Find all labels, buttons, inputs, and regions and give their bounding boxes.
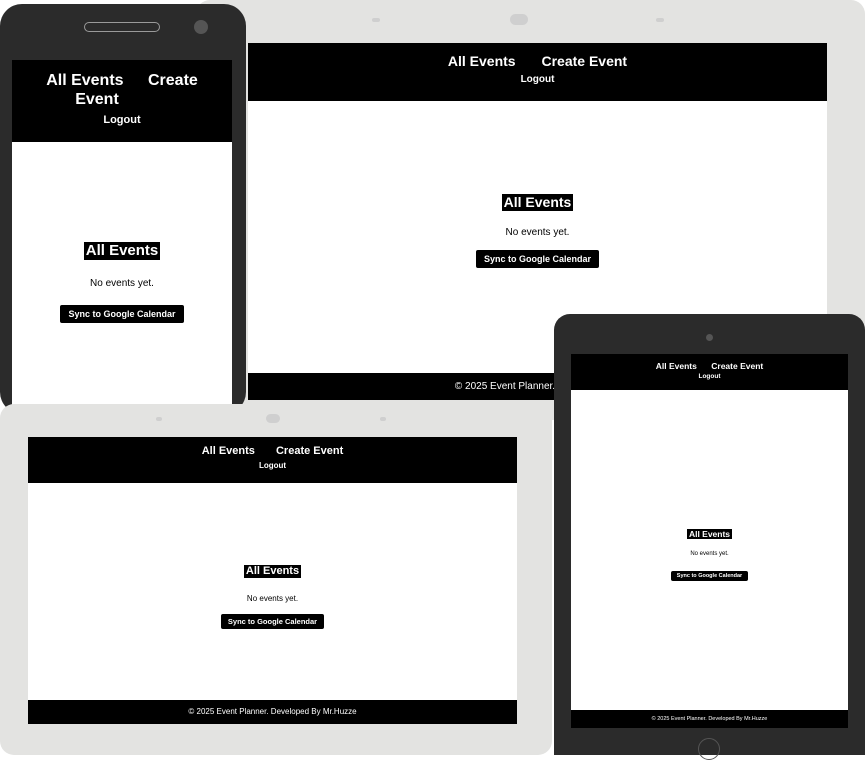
nav-logout-link[interactable]: Logout xyxy=(248,73,827,86)
nav-all-events-link[interactable]: All Events xyxy=(46,71,123,90)
phone-camera-icon xyxy=(194,20,208,34)
navbar: All Events Create Event Logout xyxy=(248,43,827,101)
laptop-sensor-icon xyxy=(656,18,664,22)
nav-logout-link[interactable]: Logout xyxy=(12,114,232,127)
sync-google-calendar-button[interactable]: Sync to Google Calendar xyxy=(60,305,184,323)
sync-google-calendar-button[interactable]: Sync to Google Calendar xyxy=(670,571,749,581)
tablet-home-button-icon xyxy=(698,738,720,760)
navbar: All Events Create Event Logout xyxy=(12,60,232,142)
phone-device: All Events Create Event Logout All Event… xyxy=(0,4,246,414)
navbar: All Events Create Event Logout xyxy=(28,437,517,483)
tablet-sensor-left-icon xyxy=(156,417,162,421)
tablet-portrait-screen: All Events Create Event Logout All Event… xyxy=(571,354,848,728)
phone-screen: All Events Create Event Logout All Event… xyxy=(12,60,232,410)
nav-create-event-link-wrap[interactable]: Event xyxy=(75,90,119,109)
tablet-sensor-right-icon xyxy=(380,417,386,421)
nav-all-events-link[interactable]: All Events xyxy=(448,53,516,70)
nav-logout-link[interactable]: Logout xyxy=(571,373,848,381)
nav-logout-link[interactable]: Logout xyxy=(28,461,517,471)
page-title: All Events xyxy=(501,194,574,211)
empty-message: No events yet. xyxy=(246,594,299,603)
tablet-landscape-device: All Events Create Event Logout All Event… xyxy=(0,404,552,755)
nav-create-event-link[interactable]: Create Event xyxy=(276,445,343,458)
navbar: All Events Create Event Logout xyxy=(571,354,848,390)
footer-text: © 2025 Event Planner. Developed By Mr.Hu… xyxy=(651,716,768,722)
sync-google-calendar-button[interactable]: Sync to Google Calendar xyxy=(220,614,325,629)
nav-all-events-link[interactable]: All Events xyxy=(656,361,697,371)
page-title: All Events xyxy=(686,529,733,539)
tablet-landscape-screen: All Events Create Event Logout All Event… xyxy=(28,437,517,724)
page-title: All Events xyxy=(83,242,161,260)
phone-speaker-icon xyxy=(84,22,160,32)
laptop-camera-icon xyxy=(372,18,380,22)
tablet-front-camera-icon xyxy=(706,334,713,341)
page-title: All Events xyxy=(243,565,302,578)
empty-message: No events yet. xyxy=(505,227,570,238)
nav-create-event-link[interactable]: Create Event xyxy=(542,53,628,70)
laptop-camera-lens-icon xyxy=(510,14,528,25)
footer-text: © 2025 Event Planner. Developed By Mr.Hu… xyxy=(188,707,357,716)
sync-google-calendar-button[interactable]: Sync to Google Calendar xyxy=(475,250,600,268)
nav-create-link[interactable]: Create xyxy=(148,71,198,90)
nav-create-event-link[interactable]: Create Event xyxy=(711,361,763,371)
footer: © 2025 Event Planner. Developed By Mr.Hu… xyxy=(571,710,848,728)
empty-message: No events yet. xyxy=(90,278,154,289)
nav-all-events-link[interactable]: All Events xyxy=(202,445,255,458)
devices-mockup: { "nav": { "all_events": "All Events", "… xyxy=(0,0,865,760)
tablet-portrait-device: All Events Create Event Logout All Event… xyxy=(554,314,865,760)
footer: © 2025 Event Planner. Developed By Mr.Hu… xyxy=(28,700,517,724)
tablet-camera-icon xyxy=(266,414,280,423)
empty-message: No events yet. xyxy=(690,551,729,557)
